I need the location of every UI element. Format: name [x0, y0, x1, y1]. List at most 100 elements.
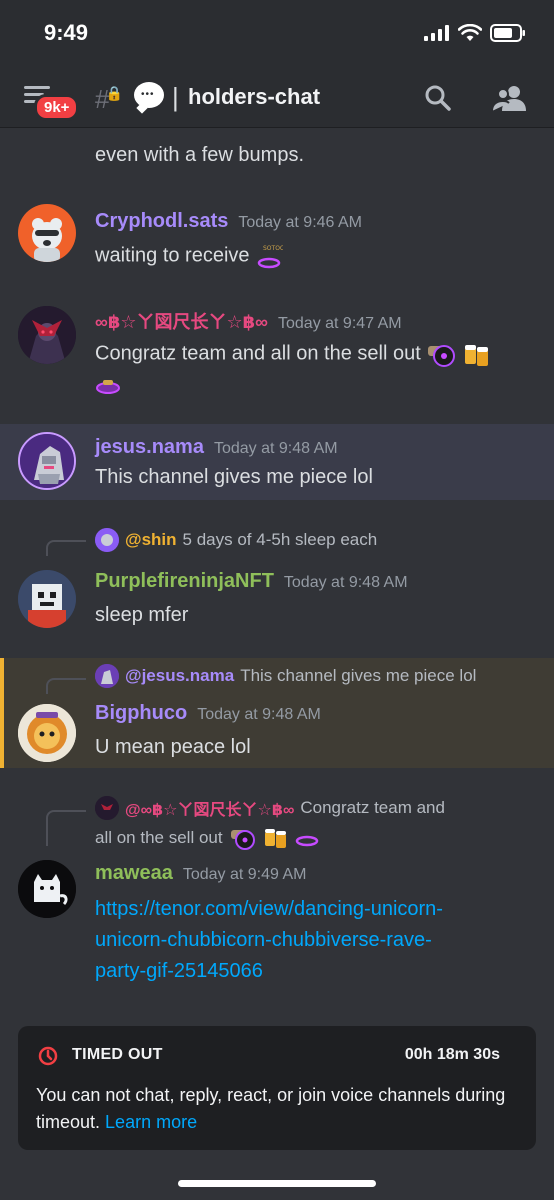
avatar[interactable]	[18, 860, 76, 918]
reply-preview[interactable]: @jesus.nama This channel gives me piece …	[95, 664, 476, 688]
members-button[interactable]	[491, 84, 526, 112]
message-continuation: ... even with a few bumps.	[0, 128, 554, 176]
reply-connector	[46, 540, 86, 556]
warrior-avatar-icon	[18, 306, 76, 364]
username-text[interactable]: ∞฿☆ㄚ図尺长ㄚ☆฿∞	[95, 312, 268, 332]
reply-connector	[46, 678, 86, 694]
battery-icon	[490, 24, 525, 42]
robot-dragon-avatar-icon	[20, 434, 74, 488]
avatar[interactable]	[18, 204, 76, 262]
cellular-signal-icon	[424, 25, 449, 41]
timestamp: Today at 9:48 AM	[283, 574, 408, 591]
username-text[interactable]: PurplefireninjaNFT	[95, 570, 274, 592]
message-item-reply[interactable]: @∞฿☆ㄚ図尺长ㄚ☆฿∞ Congratz team and all on th…	[0, 788, 554, 988]
status-time: 9:49	[44, 20, 89, 45]
mini-avatar	[95, 528, 119, 552]
members-icon	[491, 86, 526, 112]
message-text: even with a few bumps.	[95, 144, 304, 166]
username[interactable]: PurplefireninjaNFT Today at 9:48 AM	[95, 570, 408, 593]
message-text: U mean peace lol	[95, 736, 251, 758]
reply-mention[interactable]: @jesus.nama	[125, 666, 234, 686]
username-text[interactable]: Cryphodl.sats	[95, 210, 228, 232]
vinyl-record-emoji-icon	[230, 830, 255, 850]
mini-avatar-icon	[95, 664, 119, 688]
username-text[interactable]: Bigphuco	[95, 702, 187, 724]
home-indicator[interactable]	[178, 1180, 376, 1187]
avatar[interactable]	[18, 570, 76, 628]
message-text: This channel gives me piece lol	[95, 466, 373, 488]
timestamp: Today at 9:47 AM	[278, 315, 402, 332]
timestamp: Today at 9:48 AM	[197, 706, 321, 723]
message-text: Congratz team and all on the sell out	[95, 342, 421, 365]
reply-connector	[46, 810, 86, 846]
message-item-mention[interactable]: @jesus.nama This channel gives me piece …	[0, 658, 554, 768]
halo-emoji-icon	[295, 835, 318, 847]
learn-more-link[interactable]: Learn more	[105, 1112, 197, 1132]
message-item-reply[interactable]: @shin 5 days of 4-5h sleep each Purplefi…	[0, 518, 554, 640]
avatar[interactable]	[18, 704, 76, 762]
username[interactable]: Bigphuco Today at 9:48 AM	[95, 702, 321, 725]
mini-avatar-icon	[95, 796, 119, 820]
message-item-highlighted[interactable]: jesus.nama Today at 9:48 AM This channel …	[0, 424, 554, 500]
timeout-stop-icon	[38, 1046, 58, 1066]
username-text[interactable]: maweaa	[95, 862, 173, 884]
reply-text: This channel gives me piece lol	[240, 666, 477, 685]
channel-name[interactable]: holders-chat	[188, 84, 320, 110]
link-line[interactable]: unicorn-chubbicorn-chubbiverse-rave-	[95, 925, 443, 956]
lion-cub-avatar-icon	[18, 704, 76, 762]
message-item[interactable]: ∞฿☆ㄚ図尺长ㄚ☆฿∞ Today at 9:47 AM Congratz tea…	[0, 296, 554, 406]
reply-mention[interactable]: @∞฿☆ㄚ図尺长ㄚ☆฿∞	[125, 796, 294, 820]
timestamp: Today at 9:49 AM	[182, 866, 307, 883]
emoji-row	[95, 376, 121, 401]
username[interactable]: Cryphodl.sats Today at 9:46 AM	[95, 210, 362, 233]
svg-text:SOTOC: SOTOC	[263, 245, 283, 252]
reply-text: Congratz team and	[300, 798, 445, 817]
username[interactable]: ∞฿☆ㄚ図尺长ㄚ☆฿∞ Today at 9:47 AM	[95, 308, 402, 334]
message-text: sleep mfer	[95, 604, 189, 626]
wifi-icon	[458, 24, 482, 41]
beer-cheers-emoji-icon[interactable]	[462, 340, 492, 368]
reply-preview-line-2[interactable]: all on the sell out	[95, 826, 319, 850]
username-text[interactable]: jesus.nama	[95, 436, 204, 458]
username[interactable]: maweaa Today at 9:49 AM	[95, 862, 306, 885]
status-bar: 9:49	[0, 0, 554, 70]
channel-separator: |	[172, 82, 179, 112]
reply-text: 5 days of 4-5h sleep each	[182, 530, 378, 549]
halo-emoji-icon[interactable]: SOTOC	[255, 242, 283, 270]
link-line[interactable]: https://tenor.com/view/dancing-unicorn-	[95, 894, 443, 925]
search-button[interactable]	[424, 84, 452, 112]
party-disc-emoji-icon[interactable]	[95, 376, 121, 396]
status-icons	[424, 24, 526, 42]
message-text: waiting to receive	[95, 244, 250, 267]
vinyl-record-emoji-icon[interactable]	[426, 340, 456, 368]
mini-avatar-icon	[95, 528, 119, 552]
polar-bear-avatar-icon	[32, 218, 62, 262]
clipped-text-line: ...	[95, 128, 112, 138]
reply-text-2: all on the sell out	[95, 828, 223, 847]
notification-badge: 9k+	[34, 94, 80, 121]
beer-cheers-emoji-icon	[264, 829, 286, 848]
username[interactable]: jesus.nama Today at 9:48 AM	[95, 436, 338, 459]
link-line[interactable]: party-gif-25145066	[95, 956, 443, 987]
speech-bubble-icon: •••	[134, 82, 164, 108]
avatar[interactable]	[18, 306, 76, 364]
pixel-ape-avatar-icon	[18, 570, 76, 628]
mini-avatar	[95, 664, 119, 688]
timeout-banner: TIMED OUT 00h 18m 30s You can not chat, …	[18, 1026, 536, 1150]
timeout-message: You can not chat, reply, react, or join …	[36, 1082, 516, 1136]
timeout-timer: 00h 18m 30s	[404, 1046, 500, 1063]
ghost-cat-avatar-icon	[18, 860, 76, 918]
message-link[interactable]: https://tenor.com/view/dancing-unicorn- …	[95, 894, 443, 987]
message-item[interactable]: Cryphodl.sats Today at 9:46 AM waiting to…	[0, 198, 554, 288]
message-list[interactable]: ... even with a few bumps. Cryphodl.sats…	[0, 128, 554, 1018]
search-icon	[425, 85, 451, 111]
reply-preview[interactable]: @∞฿☆ㄚ図尺长ㄚ☆฿∞ Congratz team and	[95, 796, 445, 820]
avatar[interactable]	[18, 432, 76, 490]
locked-channel-hash-icon: #🔒	[95, 84, 123, 114]
timestamp: Today at 9:46 AM	[238, 214, 362, 231]
reply-mention[interactable]: @shin	[125, 530, 177, 550]
message-text-row: waiting to receive SOTOC	[95, 242, 283, 270]
reply-preview[interactable]: @shin 5 days of 4-5h sleep each	[95, 528, 377, 552]
timeout-title: TIMED OUT	[72, 1046, 163, 1063]
message-text-row: Congratz team and all on the sell out	[95, 340, 492, 368]
